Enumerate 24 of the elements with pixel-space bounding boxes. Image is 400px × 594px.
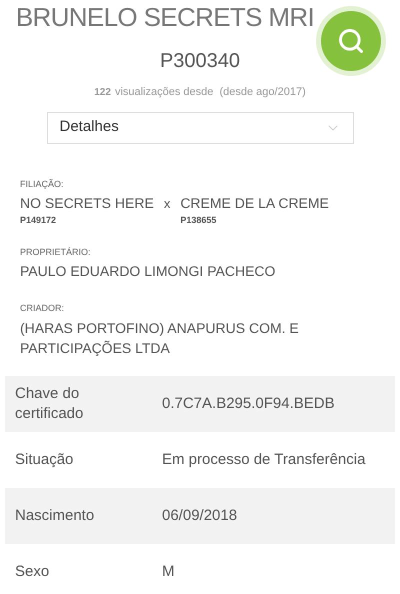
- detail-value: Em processo de Transferência: [162, 450, 366, 470]
- detail-value: 0.7C7A.B295.0F94.BEDB: [162, 394, 335, 414]
- field-label: PROPRIETÁRIO:: [20, 246, 92, 258]
- field-label: CRIADOR:: [20, 302, 66, 315]
- sire-code: P149172: [20, 214, 58, 227]
- detail-value: M: [162, 562, 174, 582]
- registration-code: P300340: [160, 49, 240, 74]
- owner-name: PAULO EDUARDO LIMONGI PACHECO: [20, 262, 276, 281]
- views-text: visualizações desde (desde ago/2017): [114, 85, 306, 100]
- horse-name: BRUNELO SECRETS MRI: [16, 2, 314, 32]
- breeder-name: (HARAS PORTOFINO) ANAPURUS COM. E PARTICIPAÇÕES LTDA: [20, 318, 300, 358]
- cross-separator: x: [164, 195, 170, 213]
- dam-name: CREME DE LA CREME: [180, 194, 329, 213]
- section-dropdown[interactable]: Detalhes: [46, 112, 354, 144]
- views-count: 122: [94, 86, 111, 100]
- detail-label: Sexo: [14, 562, 50, 582]
- detail-label: Nascimento: [14, 506, 96, 526]
- sire-name: NO SECRETS HERE: [20, 194, 154, 213]
- field-label: FILIAÇÃO:: [20, 178, 65, 191]
- detail-value: 06/09/2018: [162, 506, 238, 526]
- search-icon: [337, 27, 365, 55]
- detail-label: Situação: [14, 450, 74, 470]
- dam-code: P138655: [180, 214, 218, 227]
- detail-label: Chave do certificado: [14, 384, 84, 424]
